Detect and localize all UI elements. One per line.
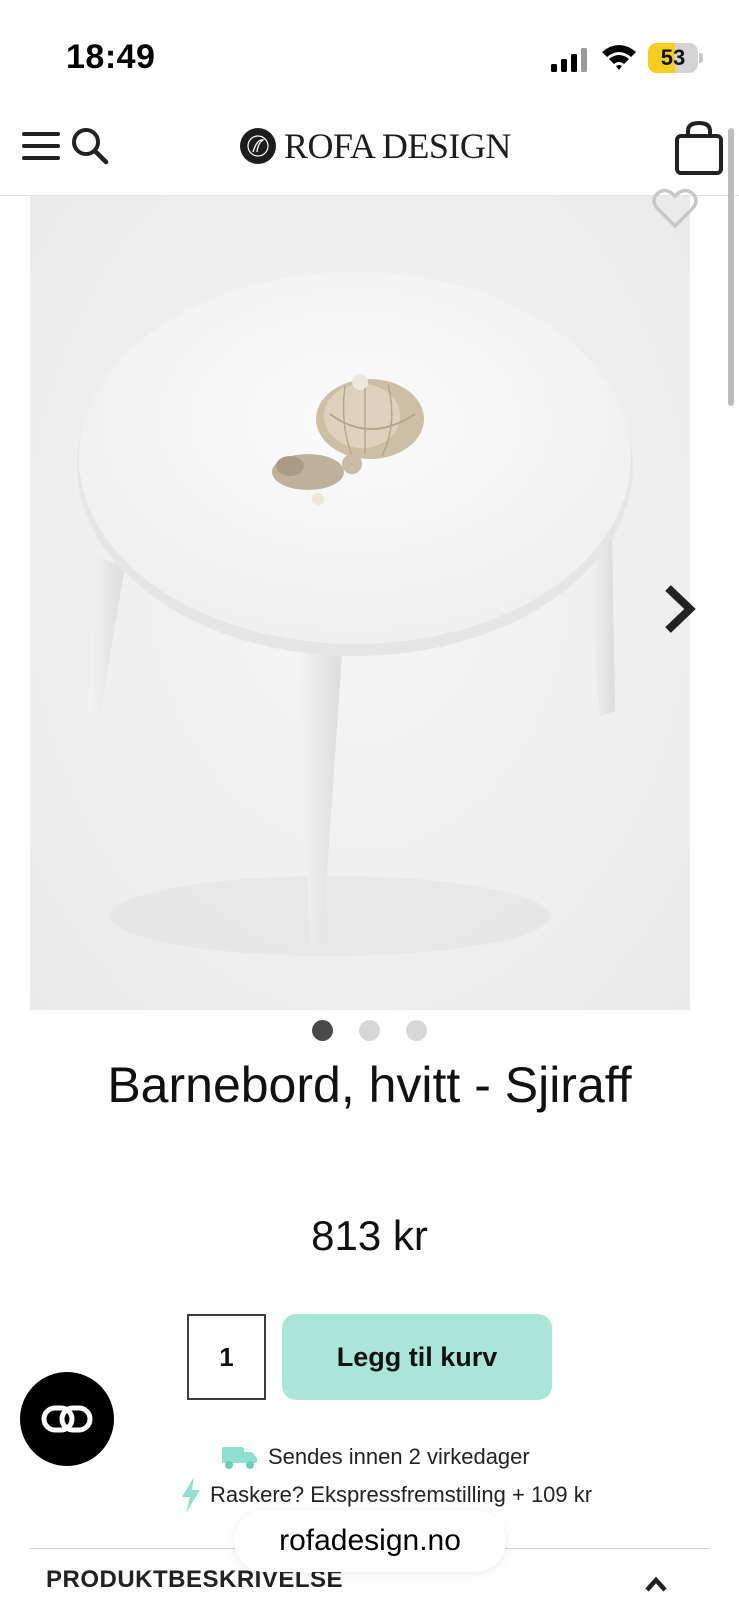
quantity-input[interactable] [187, 1314, 266, 1400]
site-header: ROFA DESIGN [0, 110, 739, 196]
browser-url-bar[interactable]: rofadesign.no [234, 1510, 506, 1572]
status-time: 18:49 [66, 38, 156, 76]
shipping-text: Sendes innen 2 virkedager [268, 1444, 530, 1469]
shipping-info: Sendes innen 2 virkedager [222, 1440, 530, 1474]
menu-icon[interactable] [22, 128, 60, 164]
battery-level: 53 [660, 45, 686, 70]
chevron-right-icon[interactable] [662, 584, 696, 634]
product-price: 813 kr [311, 1212, 428, 1259]
battery-indicator: 53 [648, 43, 703, 73]
gallery-dot-1[interactable] [312, 1020, 333, 1041]
gallery-dot-3[interactable] [406, 1020, 427, 1041]
heart-icon[interactable] [651, 186, 699, 230]
status-bar: 18:49 53 [0, 0, 739, 110]
page-scrollbar[interactable] [728, 128, 734, 406]
wifi-icon [602, 45, 636, 70]
gallery-dot-2[interactable] [359, 1020, 380, 1041]
search-icon[interactable] [70, 126, 110, 166]
chat-button[interactable] [20, 1372, 114, 1466]
express-text: Raskere? Ekspressfremstilling + 109 kr [210, 1482, 593, 1507]
shopping-bag-icon[interactable] [674, 120, 724, 176]
product-title: Barnebord, hvitt - Sjiraff [107, 1057, 632, 1113]
product-image-gallery[interactable] [30, 196, 690, 1010]
cellular-signal-icon [551, 48, 587, 72]
chevron-up-icon [645, 1576, 667, 1592]
add-to-cart-button[interactable]: Legg til kurv [282, 1314, 552, 1400]
chat-link-icon [41, 1405, 93, 1433]
site-logo[interactable]: ROFA DESIGN [240, 126, 511, 166]
express-info: Raskere? Ekspressfremstilling + 109 kr [180, 1476, 592, 1514]
truck-icon [222, 1447, 257, 1469]
gallery-pagination [0, 1020, 739, 1041]
lightning-bolt-icon [182, 1477, 200, 1513]
product-image [77, 272, 633, 956]
logo-text: ROFA DESIGN [284, 126, 511, 166]
logo-mark-icon [240, 128, 276, 164]
